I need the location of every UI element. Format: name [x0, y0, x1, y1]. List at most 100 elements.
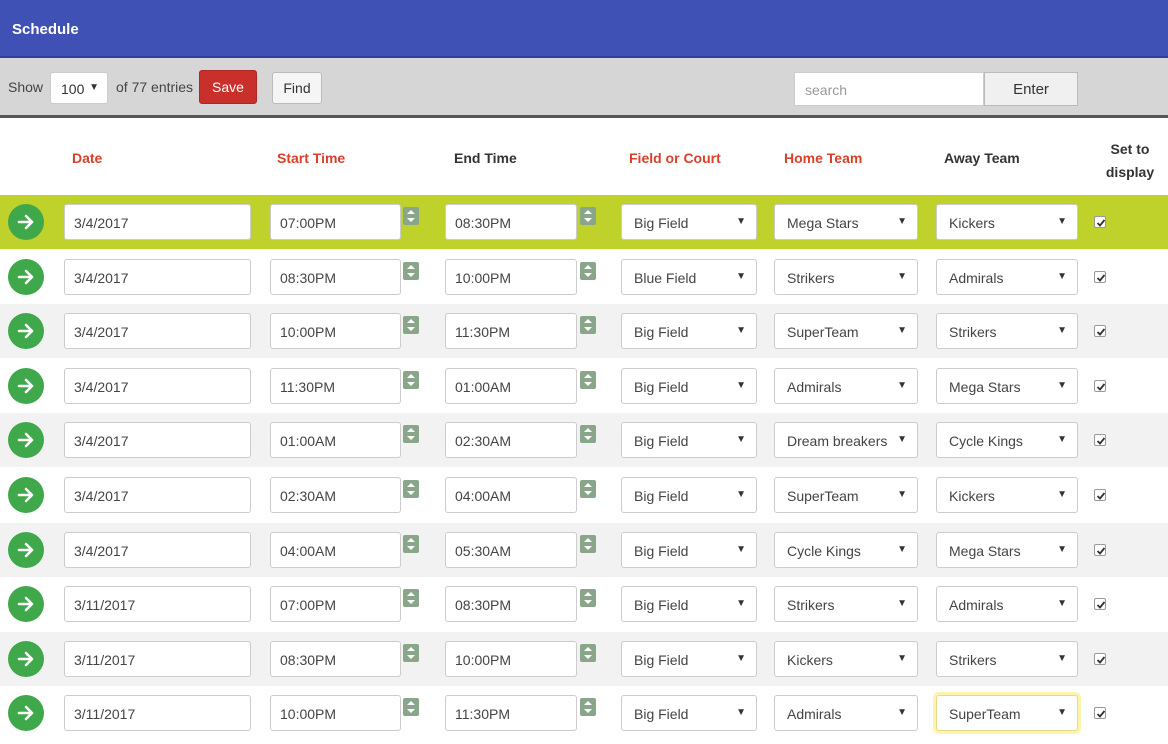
spinner-updown-icon[interactable] [403, 261, 419, 280]
spinner-updown-icon[interactable] [580, 370, 596, 389]
away-team-select[interactable]: Mega Stars ▼ [936, 367, 1078, 404]
away-team-select[interactable]: Cycle Kings ▼ [936, 422, 1078, 459]
spinner-updown-icon[interactable] [403, 207, 419, 225]
go-arrow-button[interactable] [8, 367, 44, 404]
home-team-select[interactable]: Admirals ▼ [774, 695, 918, 732]
start-time-field[interactable]: 07:00PM [270, 204, 401, 240]
date-field[interactable]: 3/4/2017 [64, 367, 251, 404]
spinner-updown-icon[interactable] [403, 316, 419, 335]
field-select[interactable]: Big Field ▼ [621, 422, 757, 459]
spinner-updown-icon[interactable] [403, 480, 419, 498]
away-team-select[interactable]: Kickers ▼ [936, 477, 1078, 513]
home-team-select[interactable]: Strikers ▼ [774, 258, 918, 295]
spinner-updown-icon[interactable] [580, 480, 596, 498]
end-time-field[interactable]: 01:00AM [445, 367, 577, 404]
away-team-select[interactable]: Admirals ▼ [936, 258, 1078, 295]
field-select[interactable]: Big Field ▼ [621, 695, 757, 732]
start-time-field[interactable]: 08:30PM [270, 258, 401, 295]
spinner-updown-icon[interactable] [403, 425, 419, 444]
end-time-field[interactable]: 11:30PM [445, 695, 577, 732]
end-time-field[interactable]: 05:30AM [445, 531, 577, 568]
column-header-field[interactable]: Field or Court [629, 150, 721, 166]
go-arrow-button[interactable] [8, 586, 44, 623]
page-size-select[interactable]: 100 ▼ [50, 72, 108, 104]
display-checkbox[interactable] [1094, 325, 1106, 338]
date-field[interactable]: 3/11/2017 [64, 586, 251, 623]
go-arrow-button[interactable] [8, 258, 44, 295]
start-time-field[interactable]: 10:00PM [270, 695, 401, 732]
end-time-field[interactable]: 08:30PM [445, 586, 577, 623]
away-team-select[interactable]: Kickers ▼ [936, 204, 1078, 240]
go-arrow-button[interactable] [8, 640, 44, 677]
column-header-home-team[interactable]: Home Team [784, 150, 862, 166]
field-select[interactable]: Big Field ▼ [621, 367, 757, 404]
date-field[interactable]: 3/4/2017 [64, 477, 251, 513]
home-team-select[interactable]: Cycle Kings ▼ [774, 531, 918, 568]
field-select[interactable]: Big Field ▼ [621, 586, 757, 623]
field-select[interactable]: Big Field ▼ [621, 531, 757, 568]
start-time-field[interactable]: 11:30PM [270, 367, 401, 404]
display-checkbox[interactable] [1094, 489, 1106, 501]
date-field[interactable]: 3/4/2017 [64, 258, 251, 295]
go-arrow-button[interactable] [8, 531, 44, 568]
away-team-select[interactable]: SuperTeam ▼ [936, 695, 1078, 732]
spinner-updown-icon[interactable] [580, 261, 596, 280]
start-time-field[interactable]: 02:30AM [270, 477, 401, 513]
display-checkbox[interactable] [1094, 379, 1106, 392]
spinner-updown-icon[interactable] [403, 643, 419, 662]
display-checkbox[interactable] [1094, 434, 1106, 447]
find-button[interactable]: Find [272, 72, 322, 104]
display-checkbox[interactable] [1094, 543, 1106, 556]
save-button[interactable]: Save [199, 70, 257, 104]
spinner-updown-icon[interactable] [580, 534, 596, 553]
end-time-field[interactable]: 10:00PM [445, 640, 577, 677]
spinner-updown-icon[interactable] [580, 589, 596, 608]
go-arrow-button[interactable] [8, 313, 44, 350]
go-arrow-button[interactable] [8, 477, 44, 513]
go-arrow-button[interactable] [8, 695, 44, 732]
display-checkbox[interactable] [1094, 216, 1106, 228]
spinner-updown-icon[interactable] [403, 698, 419, 717]
start-time-field[interactable]: 10:00PM [270, 313, 401, 350]
field-select[interactable]: Big Field ▼ [621, 477, 757, 513]
home-team-select[interactable]: Strikers ▼ [774, 586, 918, 623]
away-team-select[interactable]: Mega Stars ▼ [936, 531, 1078, 568]
home-team-select[interactable]: Dream breakers ▼ [774, 422, 918, 459]
search-input[interactable]: search [794, 72, 984, 106]
away-team-select[interactable]: Strikers ▼ [936, 640, 1078, 677]
field-select[interactable]: Big Field ▼ [621, 640, 757, 677]
spinner-updown-icon[interactable] [580, 425, 596, 444]
date-field[interactable]: 3/4/2017 [64, 531, 251, 568]
date-field[interactable]: 3/4/2017 [64, 422, 251, 459]
home-team-select[interactable]: Mega Stars ▼ [774, 204, 918, 240]
enter-button[interactable]: Enter [984, 72, 1078, 106]
field-select[interactable]: Big Field ▼ [621, 313, 757, 350]
display-checkbox[interactable] [1094, 270, 1106, 283]
spinner-updown-icon[interactable] [403, 370, 419, 389]
date-field[interactable]: 3/4/2017 [64, 313, 251, 350]
spinner-updown-icon[interactable] [580, 643, 596, 662]
field-select[interactable]: Blue Field ▼ [621, 258, 757, 295]
home-team-select[interactable]: SuperTeam ▼ [774, 477, 918, 513]
go-arrow-button[interactable] [8, 204, 44, 240]
column-header-date[interactable]: Date [72, 150, 102, 166]
date-field[interactable]: 3/11/2017 [64, 640, 251, 677]
start-time-field[interactable]: 08:30PM [270, 640, 401, 677]
display-checkbox[interactable] [1094, 707, 1106, 720]
column-header-start-time[interactable]: Start Time [277, 150, 345, 166]
spinner-updown-icon[interactable] [580, 698, 596, 717]
spinner-updown-icon[interactable] [580, 207, 596, 225]
field-select[interactable]: Big Field ▼ [621, 204, 757, 240]
column-header-away-team[interactable]: Away Team [944, 150, 1020, 166]
display-checkbox[interactable] [1094, 652, 1106, 665]
start-time-field[interactable]: 04:00AM [270, 531, 401, 568]
end-time-field[interactable]: 04:00AM [445, 477, 577, 513]
display-checkbox[interactable] [1094, 598, 1106, 611]
end-time-field[interactable]: 02:30AM [445, 422, 577, 459]
end-time-field[interactable]: 08:30PM [445, 204, 577, 240]
go-arrow-button[interactable] [8, 422, 44, 459]
spinner-updown-icon[interactable] [403, 589, 419, 608]
end-time-field[interactable]: 10:00PM [445, 258, 577, 295]
start-time-field[interactable]: 01:00AM [270, 422, 401, 459]
start-time-field[interactable]: 07:00PM [270, 586, 401, 623]
